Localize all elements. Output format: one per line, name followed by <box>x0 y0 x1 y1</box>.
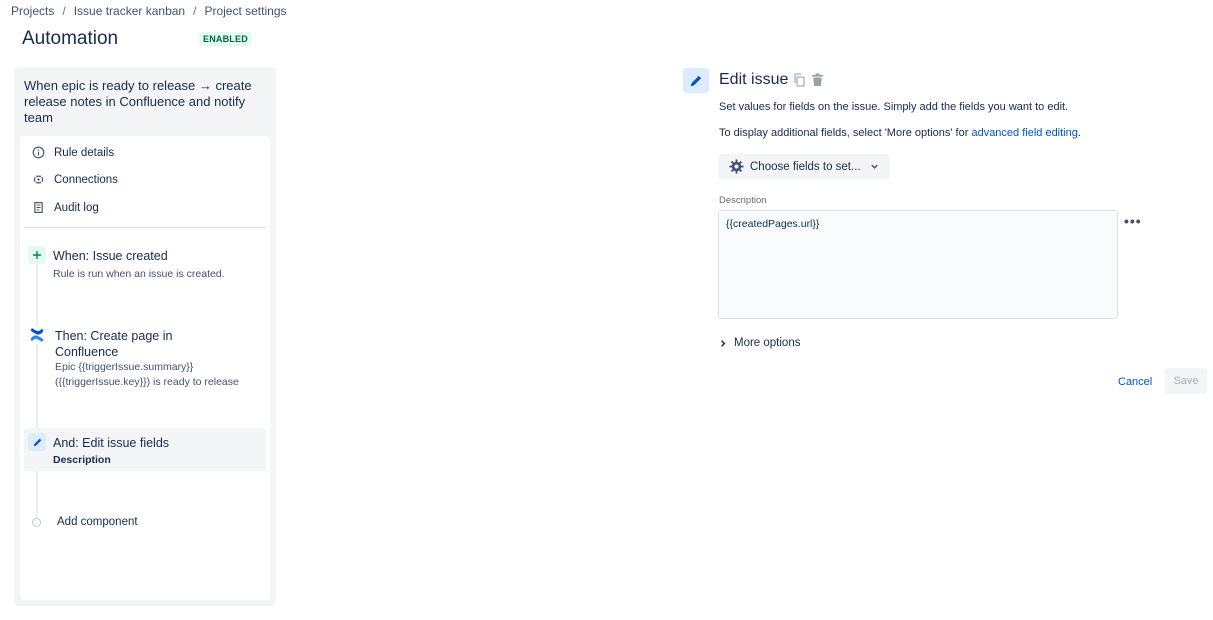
choose-fields-button[interactable]: Choose fields to set... <box>718 154 890 179</box>
chevron-down-icon <box>870 164 878 169</box>
page-title: Automation <box>22 28 119 49</box>
confluence-icon <box>28 326 46 344</box>
divider <box>24 227 266 228</box>
component-summary: Rule is run when an issue is created. <box>53 268 225 280</box>
connections-icon <box>33 175 44 184</box>
cancel-button[interactable]: Cancel <box>1110 369 1160 394</box>
edit-issue-icon <box>683 68 709 93</box>
add-circle-icon <box>32 517 41 527</box>
plus-icon <box>28 246 46 264</box>
description-label: Description <box>719 195 767 206</box>
add-component-label: Add component <box>57 516 138 528</box>
component-edit-issue[interactable]: And: Edit issue fields Description <box>24 428 266 471</box>
copy-icon[interactable] <box>793 73 806 92</box>
status-badge: ENABLED <box>199 32 252 46</box>
gear-icon <box>729 159 744 174</box>
component-trigger[interactable]: When: Issue created Rule is run when an … <box>24 246 266 286</box>
component-create-page[interactable]: Then: Create page in Confluence Epic {{t… <box>24 326 266 388</box>
add-component-button[interactable]: Add component <box>32 516 138 528</box>
component-summary: Description <box>53 454 111 466</box>
trash-icon[interactable] <box>811 73 824 92</box>
save-button[interactable]: Save <box>1165 368 1207 394</box>
more-options-label: More options <box>734 337 801 349</box>
timeline-line <box>36 262 38 522</box>
info-icon <box>32 146 45 159</box>
pencil-icon <box>28 433 46 451</box>
nav-rule-details[interactable]: Rule details <box>32 146 114 159</box>
chevron-right-icon <box>721 339 726 347</box>
rule-name[interactable]: When epic is ready to release → create r… <box>24 78 264 126</box>
component-title: And: Edit issue fields <box>53 436 170 450</box>
editor-description: Set values for fields on the issue. Simp… <box>719 101 1069 113</box>
hint-text: To display additional fields, select 'Mo… <box>719 127 972 139</box>
breadcrumb-separator: / <box>62 4 66 18</box>
breadcrumb-separator: / <box>193 4 197 18</box>
rule-panel: When epic is ready to release → create r… <box>14 67 276 606</box>
breadcrumb-projects[interactable]: Projects <box>11 4 54 18</box>
component-title-line1: Then: Create page in <box>55 329 173 343</box>
choose-fields-label: Choose fields to set... <box>750 160 861 173</box>
pencil-icon <box>690 75 702 86</box>
component-summary-line1: Epic {{triggerIssue.summary}} <box>55 361 194 373</box>
nav-label: Rule details <box>54 146 115 159</box>
component-title-line2: Confluence <box>55 345 119 359</box>
breadcrumb-project[interactable]: Issue tracker kanban <box>74 4 185 18</box>
editor-title: Edit issue <box>719 71 789 88</box>
nav-connections[interactable]: Connections <box>32 173 118 186</box>
nav-label: Audit log <box>54 201 99 214</box>
description-input[interactable]: {{createdPages.url}} <box>718 210 1118 319</box>
nav-label: Connections <box>54 173 118 186</box>
component-title: When: Issue created <box>53 249 168 263</box>
hint-suffix: . <box>1077 127 1081 139</box>
nav-audit-log[interactable]: Audit log <box>32 201 99 214</box>
breadcrumb-project-settings[interactable]: Project settings <box>204 4 286 18</box>
more-actions-icon[interactable]: ••• <box>1124 213 1142 229</box>
breadcrumb: Projects / Issue tracker kanban / Projec… <box>11 4 287 18</box>
editor-hint: To display additional fields, select 'Mo… <box>719 127 1081 139</box>
rule-outline: Rule details Connections Audit log When:… <box>20 136 270 600</box>
more-options-toggle[interactable]: More options <box>719 337 800 349</box>
component-summary-line2: ({{triggerIssue.key}}) is ready to relea… <box>55 376 239 388</box>
audit-log-icon <box>34 202 43 213</box>
advanced-field-editing-link[interactable]: advanced field editing <box>971 127 1077 139</box>
